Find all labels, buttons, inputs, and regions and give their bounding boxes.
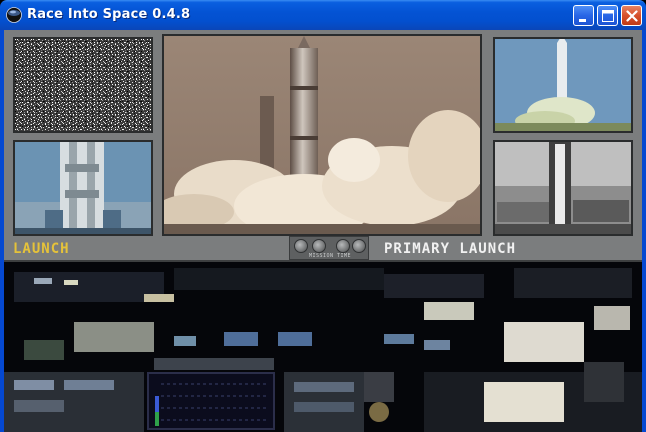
- mission-time-dial: [352, 239, 366, 253]
- main-launch-monitor: [162, 34, 482, 236]
- mission-time-clock: MISSION TIME: [289, 236, 369, 260]
- mission-control-room: [4, 262, 642, 432]
- maximize-button[interactable]: [597, 5, 618, 26]
- static-monitor: [13, 37, 153, 133]
- minimize-button[interactable]: [573, 5, 594, 26]
- mission-time-dial: [336, 239, 350, 253]
- rocket-liftoff-image: [164, 36, 480, 234]
- launch-tower-image: [15, 142, 151, 234]
- telemetry-graph: [147, 372, 275, 430]
- pad-camera-monitor: [493, 140, 633, 236]
- mission-time-dial: [294, 239, 308, 253]
- minimize-icon: [579, 19, 586, 22]
- maximize-icon: [602, 10, 614, 22]
- ascent-monitor: [493, 37, 633, 133]
- launch-pad-monitor: [13, 140, 153, 236]
- rocket-on-pad-image: [495, 142, 631, 234]
- mission-time-dial: [312, 239, 326, 253]
- monitor-console-panel: LAUNCH MISSION TIME PRIMARY LAUNCH: [4, 30, 642, 262]
- phase-label: LAUNCH: [13, 241, 70, 257]
- game-viewport[interactable]: LAUNCH MISSION TIME PRIMARY LAUNCH: [4, 30, 642, 432]
- window-frame-right: [642, 30, 646, 432]
- close-button[interactable]: [621, 5, 642, 26]
- tv-static-image: [15, 39, 151, 131]
- app-globe-icon: [6, 7, 22, 23]
- launch-stage-label: PRIMARY LAUNCH: [384, 241, 517, 257]
- close-icon: [626, 10, 638, 22]
- mission-time-label: MISSION TIME: [308, 253, 352, 259]
- window-titlebar[interactable]: Race Into Space 0.4.8: [0, 0, 646, 30]
- rocket-ascent-image: [495, 39, 631, 131]
- mission-control-image: [4, 262, 642, 432]
- window-title: Race Into Space 0.4.8: [27, 7, 191, 22]
- telemetry-plot: [149, 374, 273, 428]
